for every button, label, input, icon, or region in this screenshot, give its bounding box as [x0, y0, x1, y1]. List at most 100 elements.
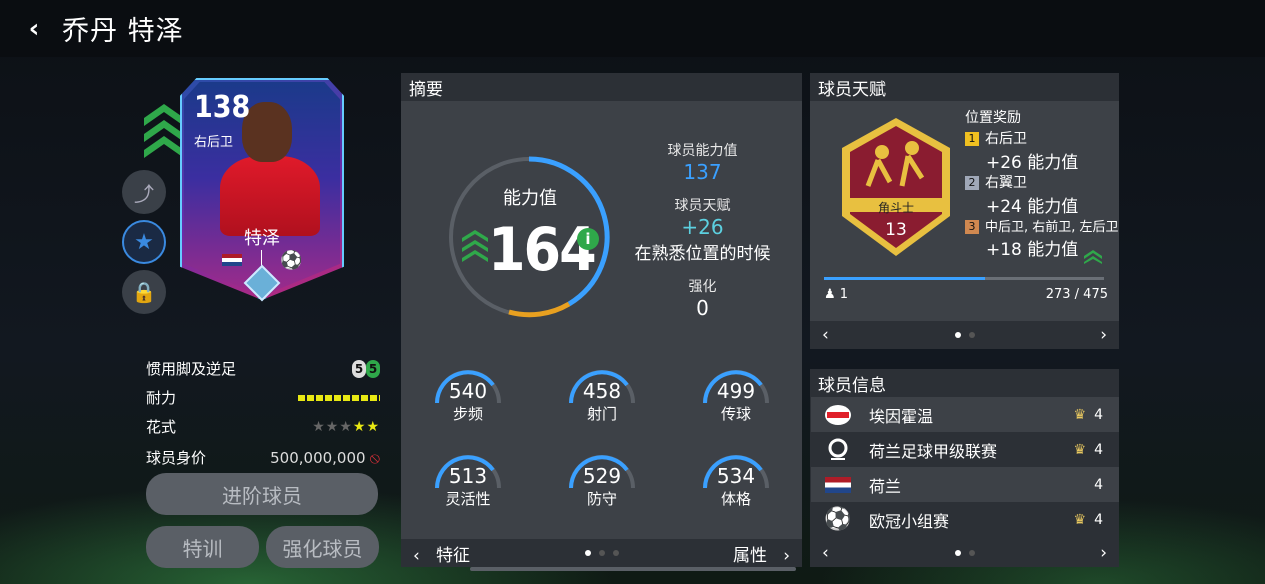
stamina-row: 耐力	[146, 387, 380, 408]
reward-rank-3: 3	[965, 220, 979, 234]
talent-progress-track	[824, 277, 1104, 280]
star-icon: ★	[134, 229, 154, 255]
stat-value: 513	[448, 464, 488, 488]
player-count-icon: ♟	[824, 287, 836, 302]
stat-value: 499	[716, 379, 756, 403]
badge-name: 角斗士	[877, 201, 914, 215]
nation-count: 4	[1094, 476, 1103, 493]
summary-prev-button[interactable]: ‹ 特征	[413, 541, 470, 566]
info-icon[interactable]: i	[577, 228, 599, 250]
stat-label: 防守	[586, 490, 617, 508]
page-title: 乔丹 特泽	[62, 16, 184, 47]
stat-gauge: 513 灵活性	[423, 450, 513, 508]
reward-positions-2: 右翼卫	[985, 175, 1027, 191]
boost-arrows-icon	[144, 104, 184, 158]
stat-gauge: 529 防守	[557, 450, 647, 508]
weak-foot-left: 5	[352, 359, 366, 378]
reward-rank-1: 1	[965, 132, 979, 146]
netherlands-flag-icon	[823, 473, 853, 497]
trait-label: 球员天赋	[674, 198, 731, 214]
share-button[interactable]: ⤴	[122, 170, 166, 214]
ovr-label: 能力值	[503, 188, 557, 209]
stat-label: 传球	[720, 405, 751, 423]
reward-title: 位置奖励	[965, 110, 1021, 126]
summary-footer-left: 特征	[436, 545, 471, 566]
reward-rank-2: 2	[965, 176, 979, 190]
league-row[interactable]: 荷兰足球甲级联赛 ♛ 4	[811, 432, 1119, 467]
trait-block: 球员天赋 +26 在熟悉位置的时候	[620, 195, 785, 264]
stat-gauge: 458 射门	[557, 365, 647, 423]
enhance-player-button[interactable]: 强化球员	[266, 526, 379, 568]
ovr-value: 164	[488, 215, 597, 285]
league-count-wrap: ♛ 4	[1059, 442, 1119, 458]
event-count: 4	[1094, 511, 1103, 528]
stat-value: 458	[582, 379, 622, 403]
champions-league-icon: ⚽	[280, 250, 303, 271]
scrollbar[interactable]	[470, 567, 796, 571]
boost-value: 0	[696, 296, 709, 320]
stat-gauge: 540 步频	[423, 365, 513, 423]
stat-gauge: 534 体格	[691, 450, 781, 508]
lock-button[interactable]: 🔒	[122, 270, 166, 314]
stamina-bar	[298, 394, 380, 401]
info-page-dots	[954, 550, 975, 556]
stat-value: 534	[716, 464, 756, 488]
stamina-label: 耐力	[146, 389, 177, 407]
summary-page-dots	[584, 550, 619, 556]
nation-count-wrap: 4	[1059, 477, 1119, 493]
not-tradable-icon: ⦸	[369, 447, 380, 467]
card-player-name: 特泽	[244, 228, 280, 249]
info-header: 球员信息	[810, 369, 1119, 397]
skill-stars: ★★★★★	[312, 418, 380, 435]
player-ovr-value: 137	[683, 160, 722, 184]
talent-progress-right: 273 / 475	[1045, 287, 1108, 302]
trait-value: +26	[681, 215, 724, 239]
lock-icon: 🔒	[131, 280, 157, 304]
upgrade-arrow-icon	[1084, 250, 1102, 264]
club-count: 4	[1094, 406, 1103, 423]
favorite-button[interactable]: ★	[122, 220, 166, 264]
summary-next-button[interactable]: 属性 ›	[733, 541, 790, 566]
netherlands-flag-icon	[222, 254, 242, 266]
reward-1: 1 右后卫 +26 能力值	[965, 128, 1078, 173]
share-icon: ⤴	[134, 181, 154, 206]
back-button[interactable]: ‹	[14, 9, 54, 49]
talent-title: 球员天赋	[818, 79, 886, 100]
crown-icon: ♛	[1073, 441, 1087, 458]
info-prev-button[interactable]: ‹	[822, 543, 829, 563]
reward-2: 2 右翼卫 +24 能力值	[965, 172, 1078, 217]
upgrade-player-button[interactable]: 进阶球员	[146, 473, 378, 515]
skills-row: 花式 ★★★★★	[146, 416, 380, 437]
event-name: 欧冠小组赛	[869, 511, 950, 531]
league-count: 4	[1094, 441, 1103, 458]
card-rating: 138	[194, 90, 251, 125]
reward-positions-3: 中后卫, 右前卫, 左后卫	[985, 220, 1119, 235]
talent-next-button[interactable]: ›	[1100, 325, 1107, 345]
nation-name: 荷兰	[869, 476, 902, 496]
card-position: 右后卫	[194, 135, 234, 150]
boost-label: 强化	[688, 279, 717, 295]
badge-level: 13	[885, 220, 907, 240]
league-name: 荷兰足球甲级联赛	[869, 441, 998, 461]
stat-label: 体格	[720, 490, 751, 508]
stat-value: 529	[582, 464, 622, 488]
player-ovr-label: 球员能力值	[667, 143, 738, 159]
info-title: 球员信息	[818, 375, 886, 396]
info-next-button[interactable]: ›	[1100, 543, 1107, 563]
player-ovr-block: 球员能力值 137	[620, 140, 785, 184]
weak-foot-right: 5	[366, 359, 380, 378]
event-row[interactable]: ⚽ 欧冠小组赛 ♛ 4	[811, 502, 1119, 537]
psv-club-icon	[823, 403, 853, 427]
club-count-wrap: ♛ 4	[1059, 407, 1119, 423]
club-row[interactable]: 埃因霍温 ♛ 4	[811, 397, 1119, 432]
ovr-boost-arrows-icon	[462, 230, 488, 262]
stat-label: 灵活性	[445, 490, 491, 508]
training-button[interactable]: 特训	[146, 526, 259, 568]
reward-value-2: +24 能力值	[986, 197, 1079, 217]
talent-progress-left-wrap: ♟ 1	[824, 287, 848, 302]
stat-value: 540	[448, 379, 488, 403]
player-value: 500,000,000	[270, 448, 366, 467]
talent-prev-button[interactable]: ‹	[822, 325, 829, 345]
talent-page-dots	[954, 332, 975, 338]
nation-row[interactable]: 荷兰 4	[811, 467, 1119, 502]
